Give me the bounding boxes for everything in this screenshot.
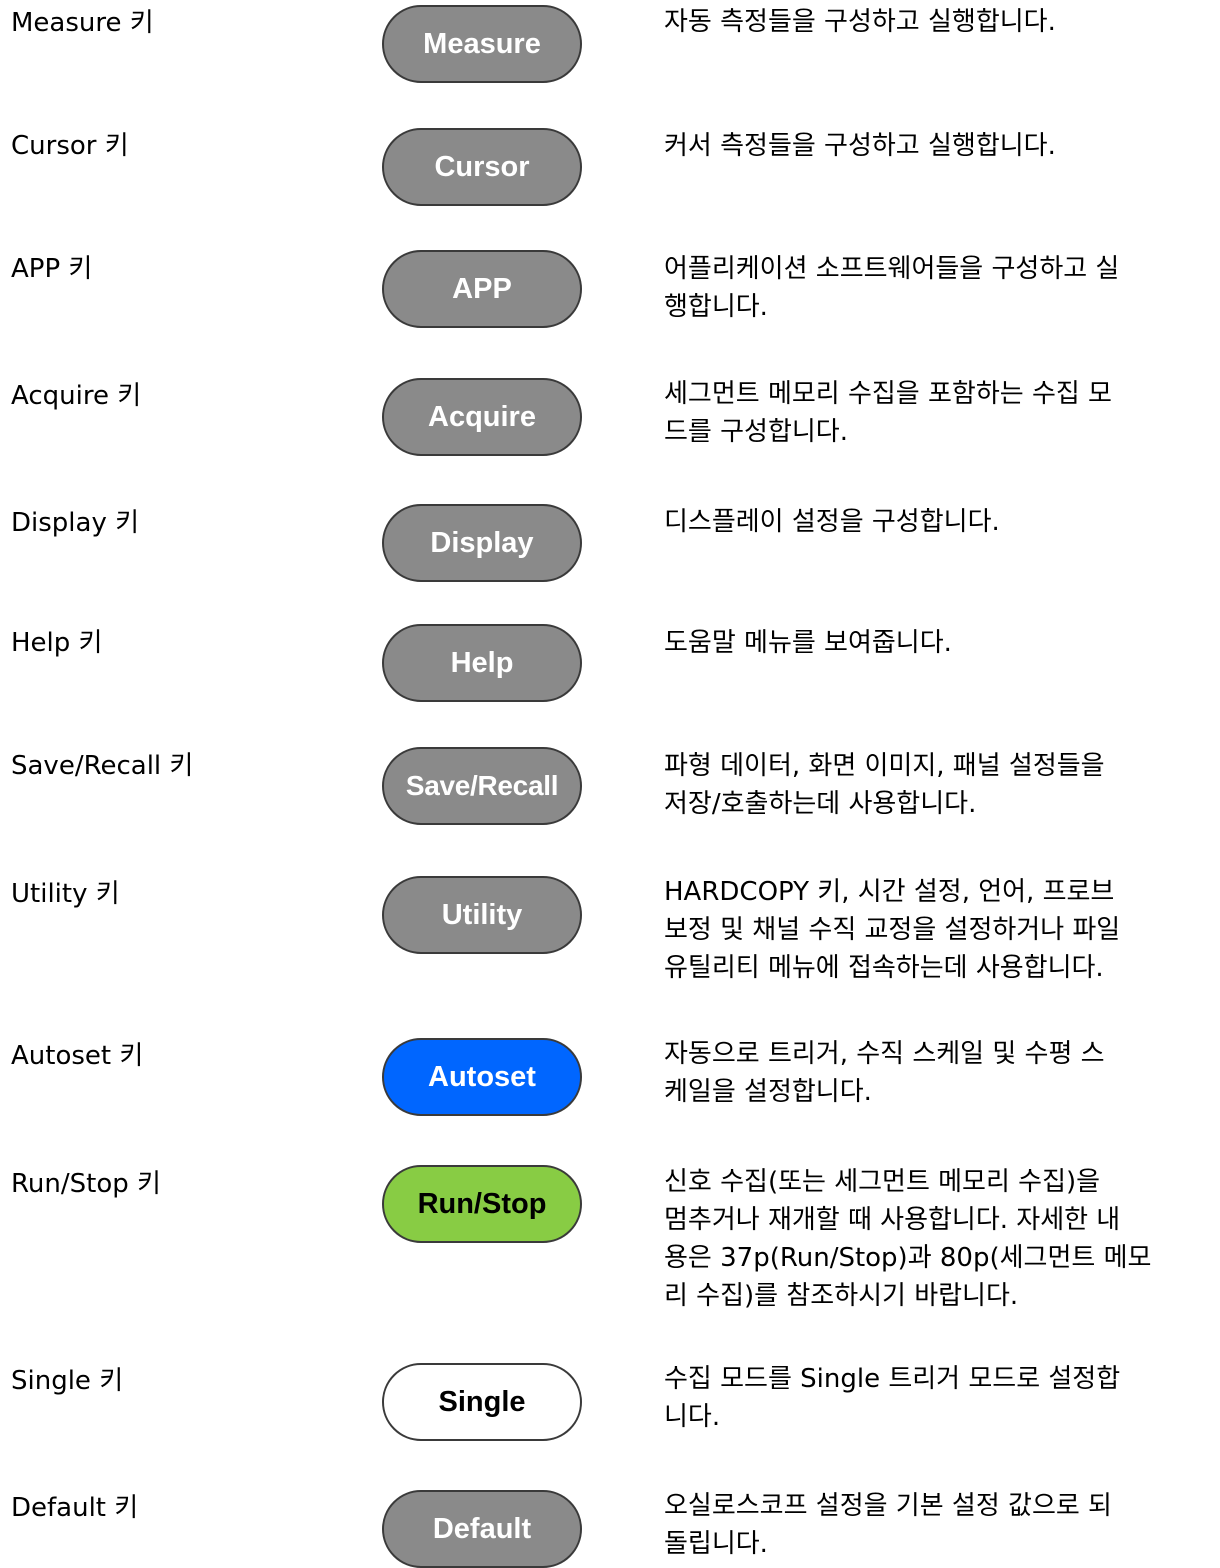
key-description-save-recall: 파형 데이터, 화면 이미지, 패널 설정들을 저장/호출하는데 사용합니다. <box>664 747 1212 823</box>
desc-line: 커서 측정들을 구성하고 실행합니다. <box>664 131 1056 161</box>
key-name-autoset: Autoset 키 <box>11 1041 144 1071</box>
key-name-cursor: Cursor 키 <box>11 131 129 161</box>
key-description-single: 수집 모드를 Single 트리거 모드로 설정합 니다. <box>664 1360 1212 1436</box>
desc-line: 돌립니다. <box>664 1529 768 1559</box>
key-description-measure: 자동 측정들을 구성하고 실행합니다. <box>664 3 1212 41</box>
key-name-display: Display 키 <box>11 508 140 538</box>
display-button[interactable]: Display <box>382 504 582 582</box>
key-name-single: Single 키 <box>11 1366 124 1396</box>
key-description-cursor: 커서 측정들을 구성하고 실행합니다. <box>664 127 1212 165</box>
key-name-app: APP 키 <box>11 254 93 284</box>
utility-button[interactable]: Utility <box>382 876 582 954</box>
desc-line: 니다. <box>664 1402 721 1432</box>
key-description-autoset: 자동으로 트리거, 수직 스케일 및 수평 스 케일을 설정합니다. <box>664 1035 1212 1111</box>
desc-line: 저장/호출하는데 사용합니다. <box>664 789 977 819</box>
key-description-run-stop: 신호 수집(또는 세그먼트 메모리 수집)을 멈추거나 재개할 때 사용합니다.… <box>664 1163 1212 1315</box>
desc-line: HARDCOPY 키, 시간 설정, 언어, 프로브 <box>664 877 1115 907</box>
desc-line: 파형 데이터, 화면 이미지, 패널 설정들을 <box>664 751 1105 781</box>
save-recall-button[interactable]: Save/Recall <box>382 747 582 825</box>
single-button[interactable]: Single <box>382 1363 582 1441</box>
key-name-save-recall: Save/Recall 키 <box>11 751 194 781</box>
desc-line: 케일을 설정합니다. <box>664 1077 872 1107</box>
key-description-utility: HARDCOPY 키, 시간 설정, 언어, 프로브 보정 및 채널 수직 교정… <box>664 873 1212 987</box>
app-button[interactable]: APP <box>382 250 582 328</box>
desc-line: 용은 37p(Run/Stop)과 80p(세그먼트 메모 <box>664 1243 1152 1273</box>
run-stop-button[interactable]: Run/Stop <box>382 1165 582 1243</box>
desc-line: 유틸리티 메뉴에 접속하는데 사용합니다. <box>664 953 1104 983</box>
key-description-help: 도움말 메뉴를 보여줍니다. <box>664 624 1212 662</box>
desc-line: 수집 모드를 Single 트리거 모드로 설정합 <box>664 1364 1121 1394</box>
desc-line: 멈추거나 재개할 때 사용합니다. 자세한 내 <box>664 1205 1121 1235</box>
key-name-default: Default 키 <box>11 1493 139 1523</box>
measure-button[interactable]: Measure <box>382 5 582 83</box>
key-description-app: 어플리케이션 소프트웨어들을 구성하고 실 행합니다. <box>664 250 1212 326</box>
desc-line: 보정 및 채널 수직 교정을 설정하거나 파일 <box>664 915 1121 945</box>
desc-line: 드를 구성합니다. <box>664 417 848 447</box>
key-name-run-stop: Run/Stop 키 <box>11 1169 161 1199</box>
desc-line: 신호 수집(또는 세그먼트 메모리 수집)을 <box>664 1167 1101 1197</box>
desc-line: 세그먼트 메모리 수집을 포함하는 수집 모 <box>664 379 1112 409</box>
default-button[interactable]: Default <box>382 1490 582 1568</box>
desc-line: 행합니다. <box>664 292 768 322</box>
key-description-default: 오실로스코프 설정을 기본 설정 값으로 되 돌립니다. <box>664 1487 1212 1563</box>
cursor-button[interactable]: Cursor <box>382 128 582 206</box>
acquire-button[interactable]: Acquire <box>382 378 582 456</box>
key-description-acquire: 세그먼트 메모리 수집을 포함하는 수집 모 드를 구성합니다. <box>664 375 1212 451</box>
desc-line: 자동으로 트리거, 수직 스케일 및 수평 스 <box>664 1039 1105 1069</box>
key-name-utility: Utility 키 <box>11 879 120 909</box>
key-name-measure: Measure 키 <box>11 8 154 38</box>
key-name-help: Help 키 <box>11 628 103 658</box>
key-name-acquire: Acquire 키 <box>11 381 142 411</box>
autoset-button[interactable]: Autoset <box>382 1038 582 1116</box>
desc-line: 도움말 메뉴를 보여줍니다. <box>664 628 952 658</box>
desc-line: 디스플레이 설정을 구성합니다. <box>664 507 1000 537</box>
help-button[interactable]: Help <box>382 624 582 702</box>
key-description-display: 디스플레이 설정을 구성합니다. <box>664 503 1212 541</box>
desc-line: 자동 측정들을 구성하고 실행합니다. <box>664 7 1056 37</box>
desc-line: 오실로스코프 설정을 기본 설정 값으로 되 <box>664 1491 1112 1521</box>
desc-line: 어플리케이션 소프트웨어들을 구성하고 실 <box>664 254 1120 284</box>
desc-line: 리 수집)를 참조하시기 바랍니다. <box>664 1281 1019 1311</box>
